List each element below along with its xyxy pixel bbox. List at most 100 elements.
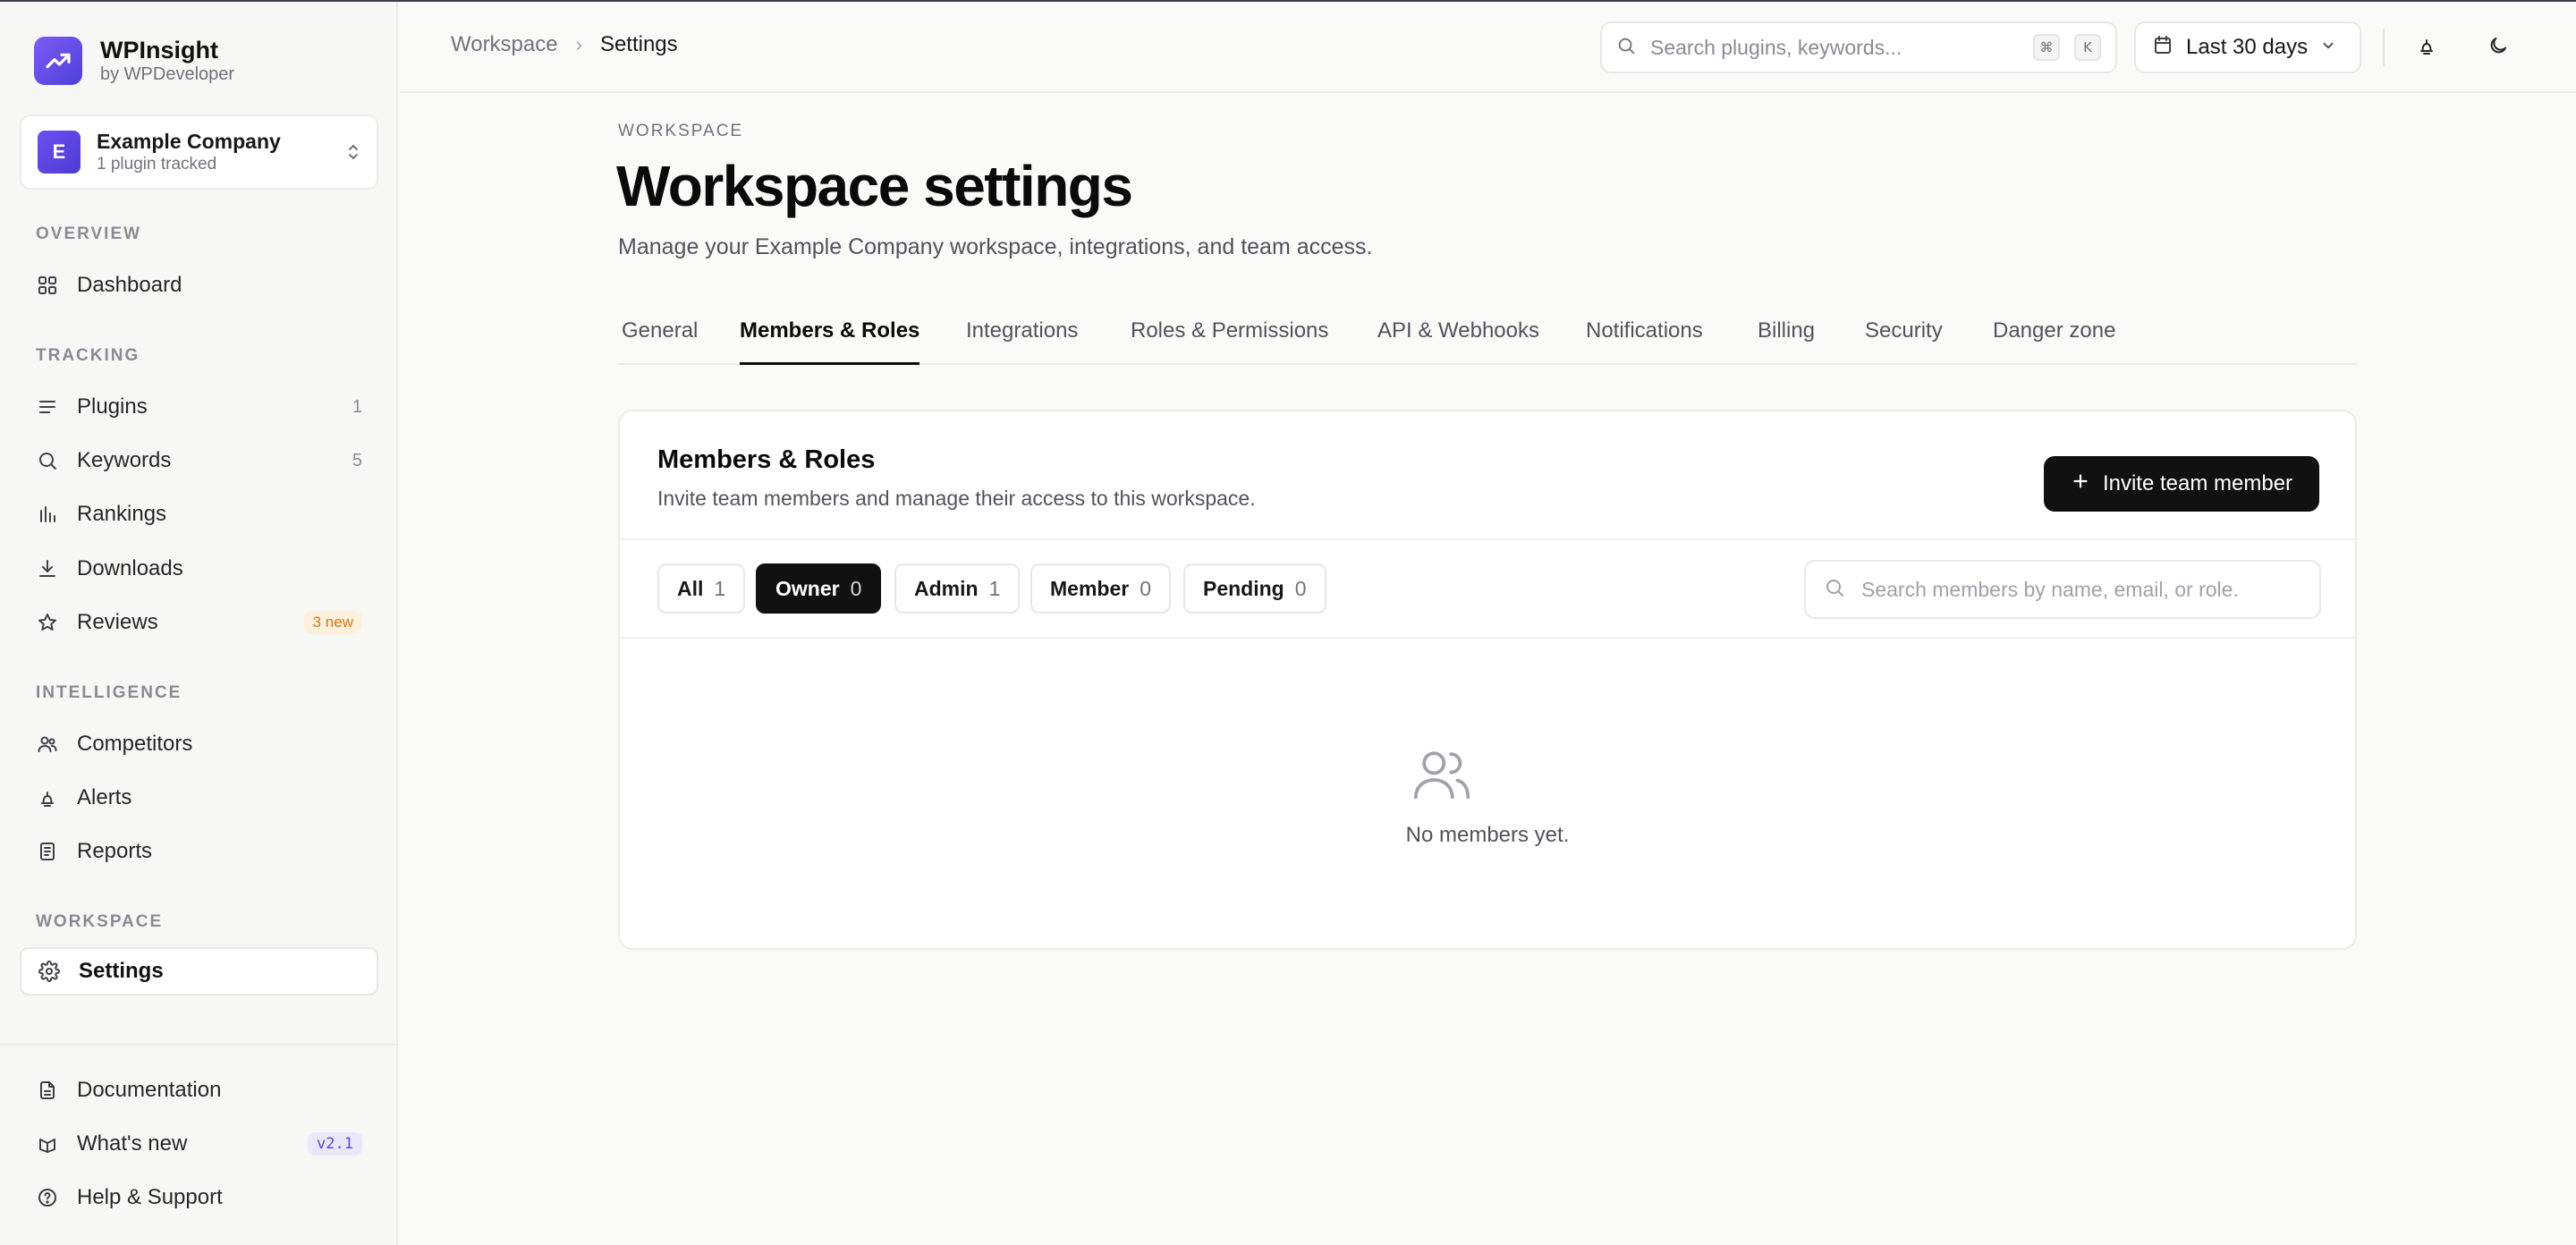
section-label-tracking: TRACKING	[36, 346, 140, 365]
invite-team-member-button[interactable]: Invite team member	[2044, 456, 2319, 512]
list-icon	[36, 395, 59, 419]
tab-integrations[interactable]: Integrations	[966, 315, 1078, 365]
gear-icon	[38, 960, 61, 983]
bar-chart-icon	[36, 503, 59, 526]
gift-icon	[36, 1132, 59, 1156]
card-divider	[620, 538, 2355, 540]
sidebar-item-label: Settings	[79, 959, 164, 983]
sidebar-item-whats-new[interactable]: What's new v2.1	[20, 1120, 378, 1168]
filter-label: Member	[1050, 576, 1130, 600]
tab-security[interactable]: Security	[1865, 315, 1943, 365]
tab-danger-zone[interactable]: Danger zone	[1993, 315, 2115, 365]
new-badge: 3 new	[303, 611, 362, 634]
member-search-input[interactable]: Search members by name, email, or role.	[1804, 560, 2321, 619]
sidebar-item-rankings[interactable]: Rankings	[20, 490, 378, 538]
tab-api-webhooks[interactable]: API & Webhooks	[1377, 315, 1539, 365]
search-icon	[1616, 36, 1636, 60]
sidebar-item-help-support[interactable]: Help & Support	[20, 1173, 378, 1222]
sidebar-item-label: Keywords	[77, 448, 172, 472]
brand-name: WPInsight	[100, 37, 218, 64]
sidebar: WPInsight by WPDeveloper E Example Compa…	[0, 2, 398, 1245]
chevron-right-icon: ›	[575, 33, 582, 55]
filter-label: All	[677, 576, 704, 600]
sidebar-item-downloads[interactable]: Downloads	[20, 545, 378, 593]
tab-roles-permissions[interactable]: Roles & Permissions	[1131, 315, 1328, 365]
section-label-workspace: WORKSPACE	[36, 912, 164, 931]
members-subtitle: Invite team members and manage their acc…	[657, 487, 1256, 510]
company-avatar: E	[38, 131, 80, 174]
sidebar-item-keywords[interactable]: Keywords 5	[20, 436, 378, 485]
sidebar-item-label: Competitors	[77, 732, 193, 756]
section-label-intelligence: INTELLIGENCE	[36, 683, 182, 702]
bell-icon	[2416, 35, 2437, 61]
sidebar-item-count: 1	[352, 396, 362, 417]
sidebar-item-settings[interactable]: Settings	[20, 947, 378, 995]
report-icon	[36, 840, 59, 863]
members-title: Members & Roles	[657, 445, 876, 474]
sidebar-item-label: Rankings	[77, 502, 167, 526]
header-divider	[2383, 29, 2385, 66]
company-name: Example Company	[97, 130, 281, 153]
filter-chip-all[interactable]: All 1	[657, 563, 746, 614]
sidebar-item-label: Dashboard	[77, 273, 182, 297]
chevron-updown-icon	[346, 142, 360, 163]
filter-count: 0	[1140, 576, 1151, 600]
users-empty-icon	[1411, 742, 1473, 805]
global-search-input[interactable]: Search plugins, keywords... ⌘ K	[1600, 21, 2117, 73]
help-icon	[36, 1186, 59, 1209]
page-eyebrow: WORKSPACE	[618, 122, 744, 140]
users-icon	[36, 733, 59, 756]
sidebar-item-reviews[interactable]: Reviews 3 new	[20, 598, 378, 647]
company-switcher[interactable]: E Example Company 1 plugin tracked	[20, 114, 378, 190]
sidebar-item-label: Plugins	[77, 394, 148, 419]
tab-general[interactable]: General	[622, 315, 698, 365]
sidebar-item-label: Downloads	[77, 556, 183, 580]
empty-state-text: No members yet.	[1405, 823, 1570, 847]
kbd-k: K	[2074, 34, 2101, 61]
tab-billing[interactable]: Billing	[1758, 315, 1815, 365]
sidebar-item-competitors[interactable]: Competitors	[20, 720, 378, 768]
filter-chip-member[interactable]: Member 0	[1030, 563, 1171, 614]
brand-byline: by WPDeveloper	[100, 64, 235, 84]
breadcrumb-settings: Settings	[599, 32, 678, 56]
tab-notifications[interactable]: Notifications	[1586, 315, 1703, 365]
top-header: Workspace › Settings Search plugins, key…	[400, 2, 2576, 93]
theme-toggle-button[interactable]	[2479, 29, 2517, 66]
chevron-down-icon	[2320, 35, 2336, 60]
kbd-command: ⌘	[2033, 34, 2060, 61]
global-search-placeholder: Search plugins, keywords...	[1650, 35, 1902, 59]
tab-members-roles[interactable]: Members & Roles	[740, 315, 920, 365]
filter-count: 1	[988, 576, 1001, 600]
sidebar-item-documentation[interactable]: Documentation	[20, 1066, 378, 1114]
calendar-icon	[2152, 34, 2174, 62]
sidebar-item-alerts[interactable]: Alerts	[20, 774, 378, 822]
card-divider	[620, 637, 2355, 639]
filter-chip-pending[interactable]: Pending 0	[1183, 563, 1326, 614]
breadcrumb-workspace[interactable]: Workspace	[451, 32, 558, 57]
filter-label: Pending	[1203, 576, 1284, 600]
sidebar-item-label: Help & Support	[77, 1185, 223, 1209]
breadcrumb: Workspace › Settings	[451, 32, 678, 57]
filter-chip-admin[interactable]: Admin 1	[894, 563, 1021, 614]
section-label-overview: OVERVIEW	[36, 224, 142, 243]
bell-icon	[36, 786, 59, 809]
filter-count: 0	[850, 576, 862, 600]
filter-chip-owner[interactable]: Owner 0	[756, 563, 882, 614]
brand[interactable]: WPInsight by WPDeveloper	[34, 36, 234, 86]
date-range-select[interactable]: Last 30 days	[2134, 21, 2361, 73]
sidebar-item-label: Reports	[77, 839, 153, 863]
page-subtitle: Manage your Example Company workspace, i…	[618, 234, 1373, 259]
search-icon	[36, 449, 59, 472]
sidebar-item-dashboard[interactable]: Dashboard	[20, 261, 378, 309]
search-icon	[1824, 577, 1845, 603]
invite-button-label: Invite team member	[2102, 471, 2293, 495]
sidebar-item-label: What's new	[77, 1131, 188, 1156]
settings-tabs: General Members & Roles Integrations Rol…	[618, 315, 2357, 365]
sidebar-item-reports[interactable]: Reports	[20, 827, 378, 876]
sidebar-divider	[0, 1044, 396, 1046]
sidebar-item-label: Reviews	[77, 610, 158, 634]
filter-label: Admin	[914, 576, 979, 600]
notifications-button[interactable]	[2408, 29, 2445, 66]
sidebar-item-plugins[interactable]: Plugins 1	[20, 383, 378, 431]
moon-icon	[2487, 35, 2509, 61]
